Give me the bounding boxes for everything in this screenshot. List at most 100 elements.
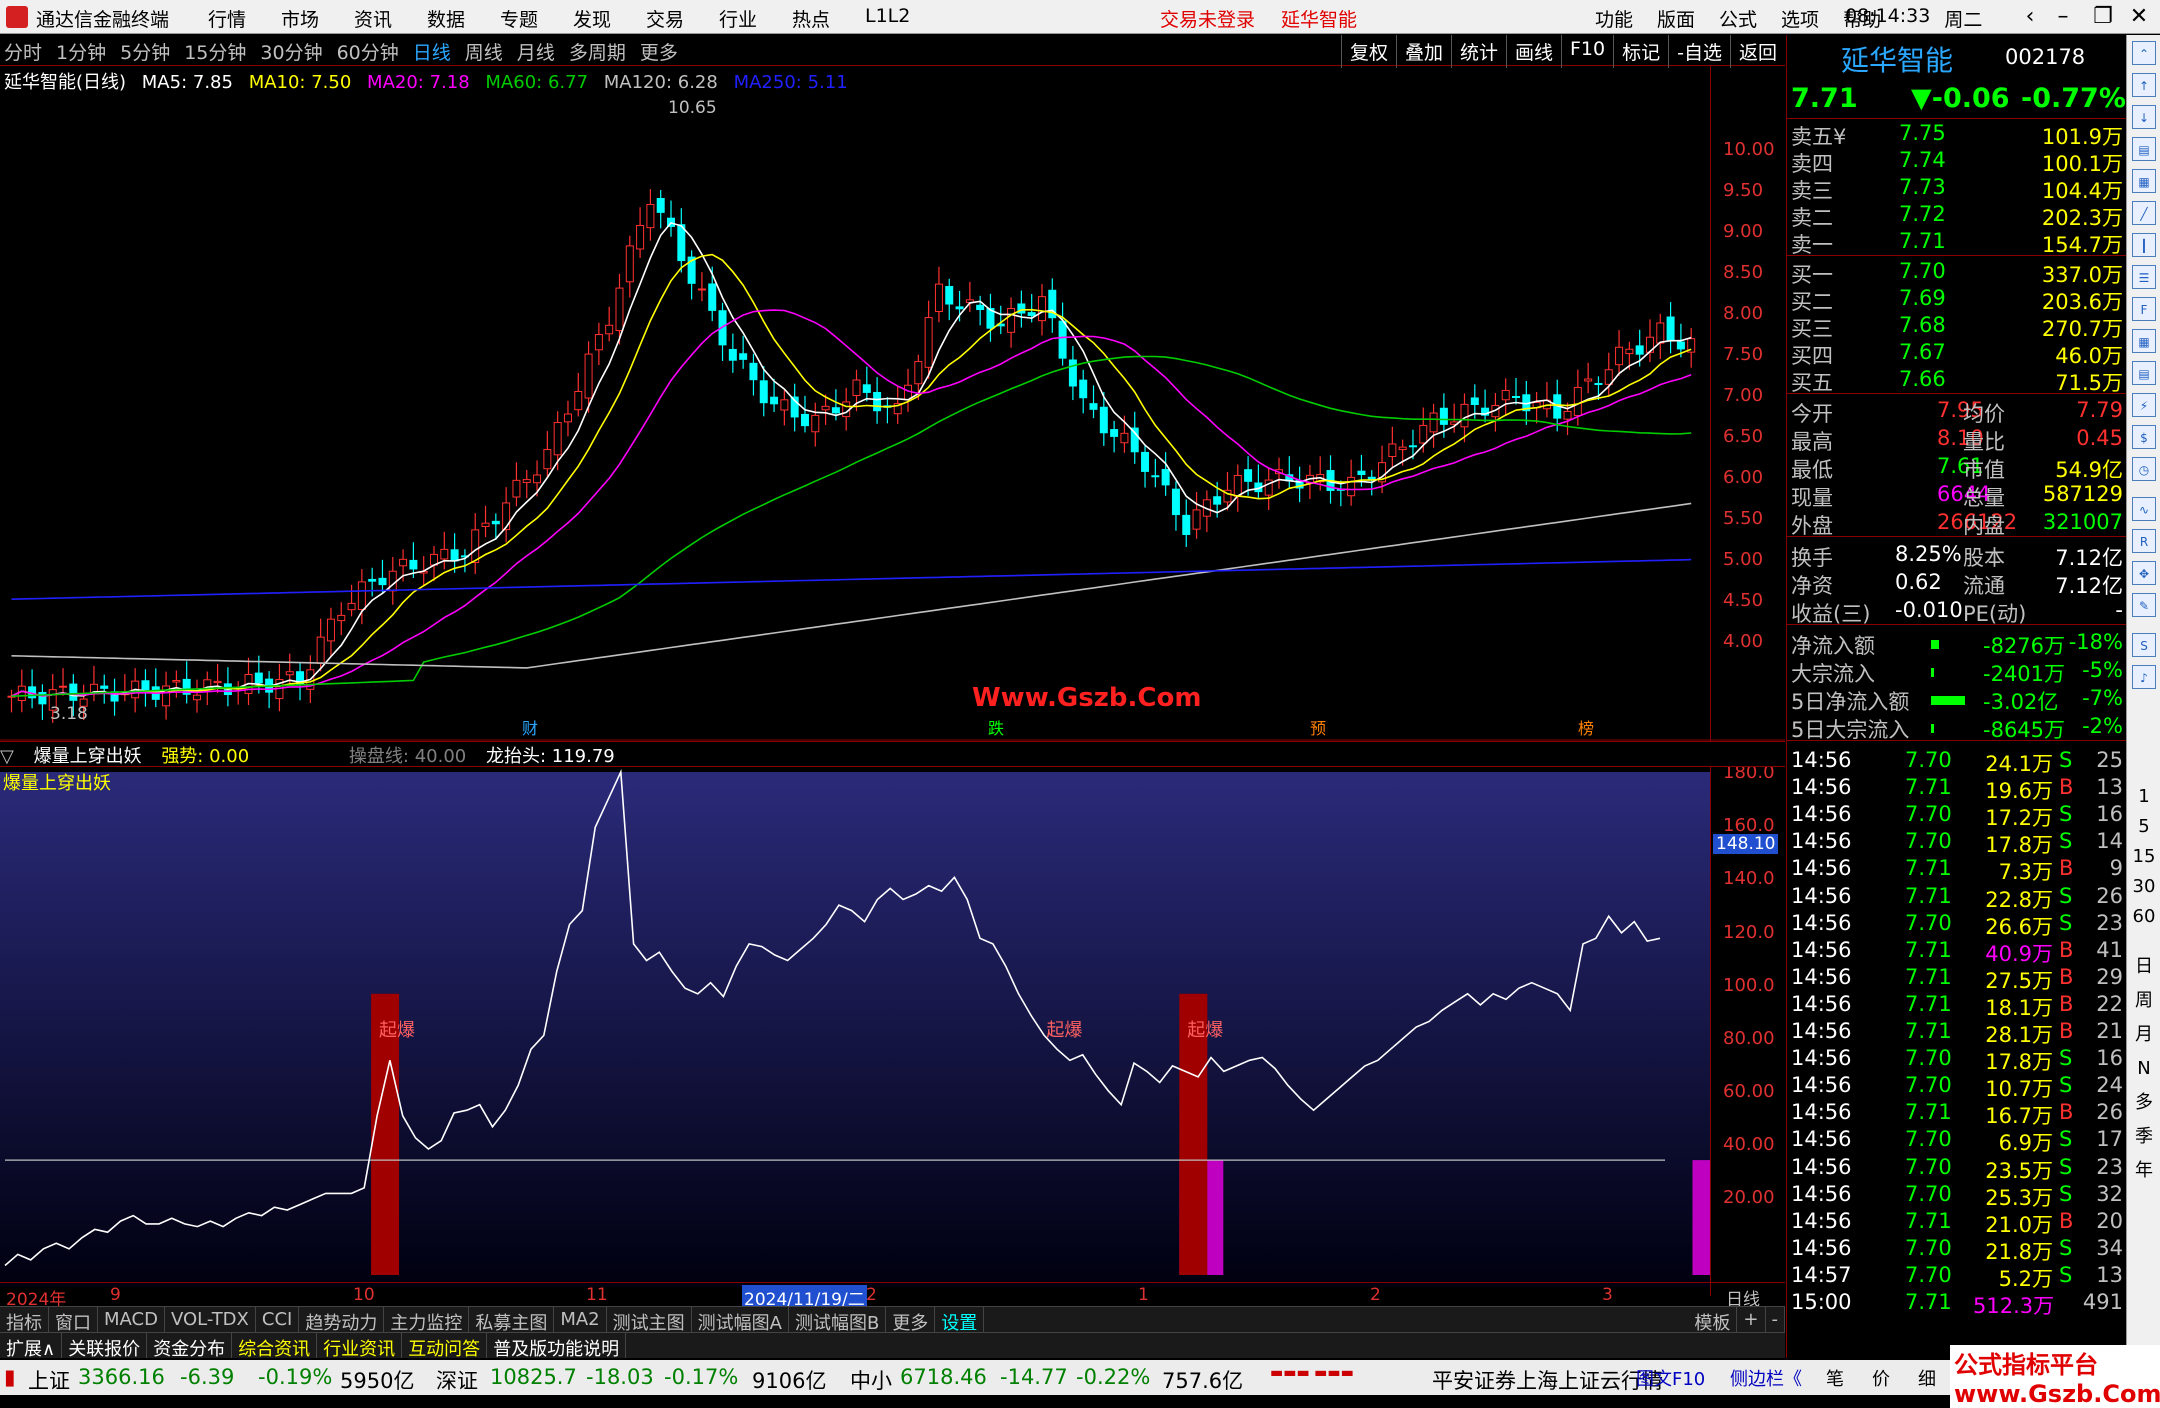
tick-row[interactable]: 14:56 7.70 26.6万 S 23 [1787,911,2127,939]
period-day[interactable]: 日 [2132,955,2156,979]
mini-tab[interactable]: 细 [1918,1365,1936,1391]
tab[interactable]: 私募主图 [469,1307,555,1334]
ext-tab[interactable]: 互动问答 [402,1333,488,1360]
ext-tab[interactable]: 普及版功能说明 [487,1333,627,1360]
tick-row[interactable]: 14:56 7.70 25.3万 S 32 [1787,1182,2127,1210]
tick-row[interactable]: 14:56 7.70 17.2万 S 16 [1787,802,2127,830]
period-year[interactable]: 年 [2132,1159,2156,1183]
period-5[interactable]: 5 [2132,815,2156,839]
down-icon[interactable]: ↓ [2132,105,2156,129]
mini-tab[interactable]: 价 [1872,1365,1890,1391]
period-week[interactable]: 周 [2132,989,2156,1013]
tab[interactable]: 测试幅图A [692,1307,789,1334]
tool-button[interactable]: 叠加 [1395,35,1451,68]
tool-button[interactable]: 画线 [1505,35,1561,68]
menu-item[interactable]: L1L2 [865,5,938,32]
ask-row[interactable]: 卖一 7.71 154.7万 [1787,229,2127,257]
pen-icon[interactable]: ✎ [2132,593,2156,617]
trend-icon[interactable]: ╱ [2132,201,2156,225]
up-icon[interactable]: ↑ [2132,73,2156,97]
tool-button[interactable]: 复权 [1340,35,1396,68]
tick-row[interactable]: 14:56 7.70 17.8万 S 14 [1787,829,2127,857]
chart-icon[interactable]: ▤ [2132,137,2156,161]
tab[interactable]: MACD [98,1307,165,1332]
ext-tab[interactable]: 关联报价 [62,1333,148,1360]
tick-row[interactable]: 14:56 7.71 27.5万 B 29 [1787,965,2127,993]
indicator-menu-icon[interactable]: ▽ [0,746,14,767]
fund-icon[interactable]: $ [2132,425,2156,449]
list-icon[interactable]: ☰ [2132,265,2156,289]
tab[interactable]: 趋势动力 [299,1307,385,1334]
period-tab-active[interactable]: 日线 [413,38,451,65]
tab[interactable]: MA2 [554,1307,607,1332]
menu-item[interactable]: 资讯 [354,5,427,32]
period-tab[interactable]: 60分钟 [337,38,399,65]
tab[interactable]: 更多 [886,1307,936,1334]
tool-button[interactable]: F10 [1561,35,1613,68]
fs-icon[interactable]: S [2132,633,2156,657]
tab[interactable]: 窗口 [49,1307,98,1334]
tick-row[interactable]: 14:56 7.71 16.7万 B 26 [1787,1100,2127,1128]
remove-pane-button[interactable]: - [1766,1307,1785,1332]
period-60[interactable]: 60 [2132,905,2156,929]
tick-row[interactable]: 14:56 7.70 24.1万 S 25 [1787,748,2127,776]
trade-login-link[interactable]: 交易未登录 [1160,5,1255,32]
menu-item[interactable]: 行业 [719,5,792,32]
period-tab[interactable]: 多周期 [569,38,626,65]
menu-item[interactable]: 专题 [500,5,573,32]
index-name[interactable]: 上证 [28,1365,70,1395]
event-marker[interactable]: 财 [522,719,538,738]
candlestick-chart[interactable]: 10.65 3.18 财 跌 预 榜 [0,66,1785,741]
tab[interactable]: CCI [256,1307,300,1332]
tick-row[interactable]: 14:56 7.70 10.7万 S 24 [1787,1073,2127,1101]
period-month[interactable]: 月 [2132,1023,2156,1047]
tab[interactable]: 主力监控 [384,1307,470,1334]
close-icon[interactable]: ✕ [2124,3,2154,31]
period-tab[interactable]: 1分钟 [56,38,106,65]
event-marker[interactable]: 榜 [1578,719,1594,738]
minimize-icon[interactable]: – [2048,3,2078,31]
tick-row[interactable]: 14:56 7.70 21.8万 S 34 [1787,1236,2127,1264]
mini-tab[interactable]: 笔 [1826,1365,1844,1391]
event-marker[interactable]: 预 [1310,719,1326,738]
tick-row[interactable]: 14:56 7.71 28.1万 B 21 [1787,1019,2127,1047]
period-tab[interactable]: 5分钟 [120,38,170,65]
menu-item[interactable]: 行情 [208,5,281,32]
index-name[interactable]: 深证 [436,1365,478,1395]
bid-row[interactable]: 买五 7.66 71.5万 [1787,367,2127,395]
tab[interactable]: VOL-TDX [165,1307,256,1332]
menu-item[interactable]: 公式 [1719,5,1757,32]
tick-row[interactable]: 14:56 7.70 23.5万 S 23 [1787,1155,2127,1183]
rsi-icon[interactable]: R [2132,529,2156,553]
doc-icon[interactable]: ▤ [2132,361,2156,385]
menu-item[interactable]: 热点 [792,5,865,32]
tab[interactable]: 测试幅图B [789,1307,887,1334]
ext-tab[interactable]: 行业资讯 [317,1333,403,1360]
move-icon[interactable]: ✥ [2132,561,2156,585]
maximize-icon[interactable]: ❐ [2088,3,2118,31]
period-tab-more[interactable]: 更多 [640,38,678,65]
bid-row[interactable]: 买四 7.67 46.0万 [1787,340,2127,368]
add-pane-button[interactable]: + [1737,1307,1766,1332]
collapse-icon[interactable]: ⌃ [2132,41,2156,65]
tick-row[interactable]: 14:56 7.71 40.9万 B 41 [1787,938,2127,966]
event-marker[interactable]: 跌 [988,719,1004,738]
wave-icon[interactable]: ∿ [2132,497,2156,521]
period-tab[interactable]: 30分钟 [260,38,322,65]
tab-settings[interactable]: 设置 [935,1307,985,1334]
tick-row[interactable]: 14:56 7.70 17.8万 S 16 [1787,1046,2127,1074]
menu-item[interactable]: 选项 [1781,5,1819,32]
f10-link[interactable]: 图文F10 [1636,1365,1705,1391]
ask-row[interactable]: 卖五¥ 7.75 101.9万 [1787,121,2127,149]
tick-row[interactable]: 14:56 7.71 22.8万 S 26 [1787,884,2127,912]
grid-icon[interactable]: ▦ [2132,329,2156,353]
tick-row[interactable]: 14:56 7.71 21.0万 B 20 [1787,1209,2127,1237]
period-multi[interactable]: 多 [2132,1091,2156,1115]
period-tab[interactable]: 分时 [4,38,42,65]
ext-tab[interactable]: 综合资讯 [232,1333,318,1360]
sound-icon[interactable]: ♪ [2132,665,2156,689]
period-1[interactable]: 1 [2132,785,2156,809]
template-button[interactable]: 模板 [1688,1307,1738,1334]
indicator-chart[interactable]: 起爆起爆起爆起爆 爆量上穿出妖 [0,767,1710,1287]
menu-item[interactable]: 数据 [427,5,500,32]
